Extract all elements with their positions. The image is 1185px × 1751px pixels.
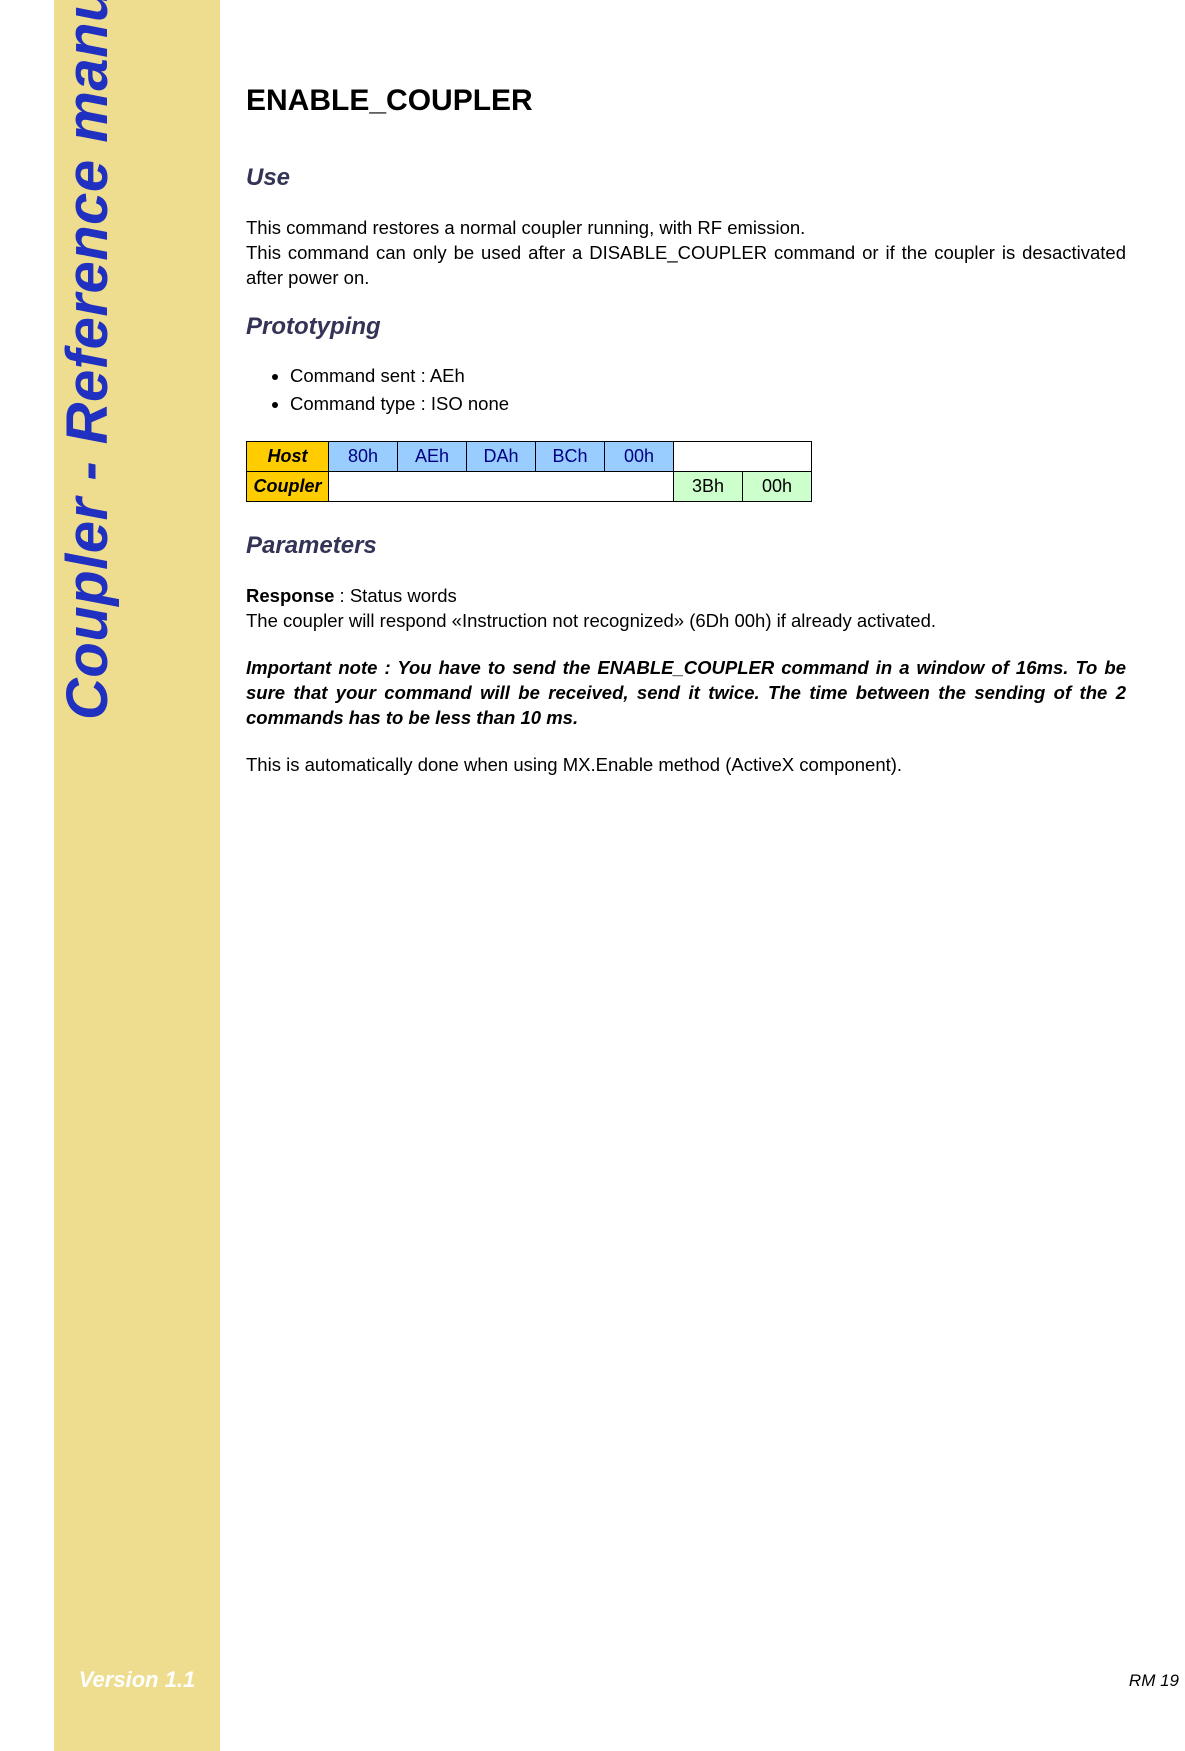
coupler-label-cell: Coupler — [247, 471, 329, 501]
response-line: Response : Status words — [246, 584, 1126, 609]
page-number: RM 19 — [1129, 1671, 1179, 1691]
response-label: Response — [246, 585, 334, 606]
auto-paragraph: This is automatically done when using MX… — [246, 753, 1126, 778]
host-label-cell: Host — [247, 441, 329, 471]
response-paragraph: The coupler will respond «Instruction no… — [246, 609, 1126, 634]
section-heading-parameters: Parameters — [246, 532, 1126, 560]
page: Coupler - Reference manual Version 1.1 E… — [0, 0, 1185, 1751]
host-cell: AEh — [398, 441, 467, 471]
use-paragraph-1: This command restores a normal coupler r… — [246, 216, 1126, 241]
sidebar-vertical-title: Coupler - Reference manual — [54, 0, 121, 720]
prototyping-table: Host 80h AEh DAh BCh 00h Coupler 3Bh 00h — [246, 441, 812, 502]
empty-cell — [674, 441, 812, 471]
version-label: Version 1.1 — [54, 1667, 220, 1693]
empty-cell — [329, 471, 674, 501]
page-title: ENABLE_COUPLER — [246, 84, 1126, 118]
host-cell: 80h — [329, 441, 398, 471]
section-heading-use: Use — [246, 164, 1126, 192]
coupler-cell: 00h — [743, 471, 812, 501]
table-row-host: Host 80h AEh DAh BCh 00h — [247, 441, 812, 471]
bullet-item: Command type : ISO none — [246, 393, 1126, 415]
bullet-item: Command sent : AEh — [246, 365, 1126, 387]
coupler-cell: 3Bh — [674, 471, 743, 501]
table-row-coupler: Coupler 3Bh 00h — [247, 471, 812, 501]
important-note: Important note : You have to send the EN… — [246, 656, 1126, 731]
prototyping-bullets: Command sent : AEh Command type : ISO no… — [246, 365, 1126, 415]
section-heading-prototyping: Prototyping — [246, 313, 1126, 341]
host-cell: BCh — [536, 441, 605, 471]
response-text: : Status words — [334, 585, 456, 606]
host-cell: DAh — [467, 441, 536, 471]
main-content: ENABLE_COUPLER Use This command restores… — [246, 84, 1126, 800]
host-cell: 00h — [605, 441, 674, 471]
use-paragraph-2: This command can only be used after a DI… — [246, 241, 1126, 291]
